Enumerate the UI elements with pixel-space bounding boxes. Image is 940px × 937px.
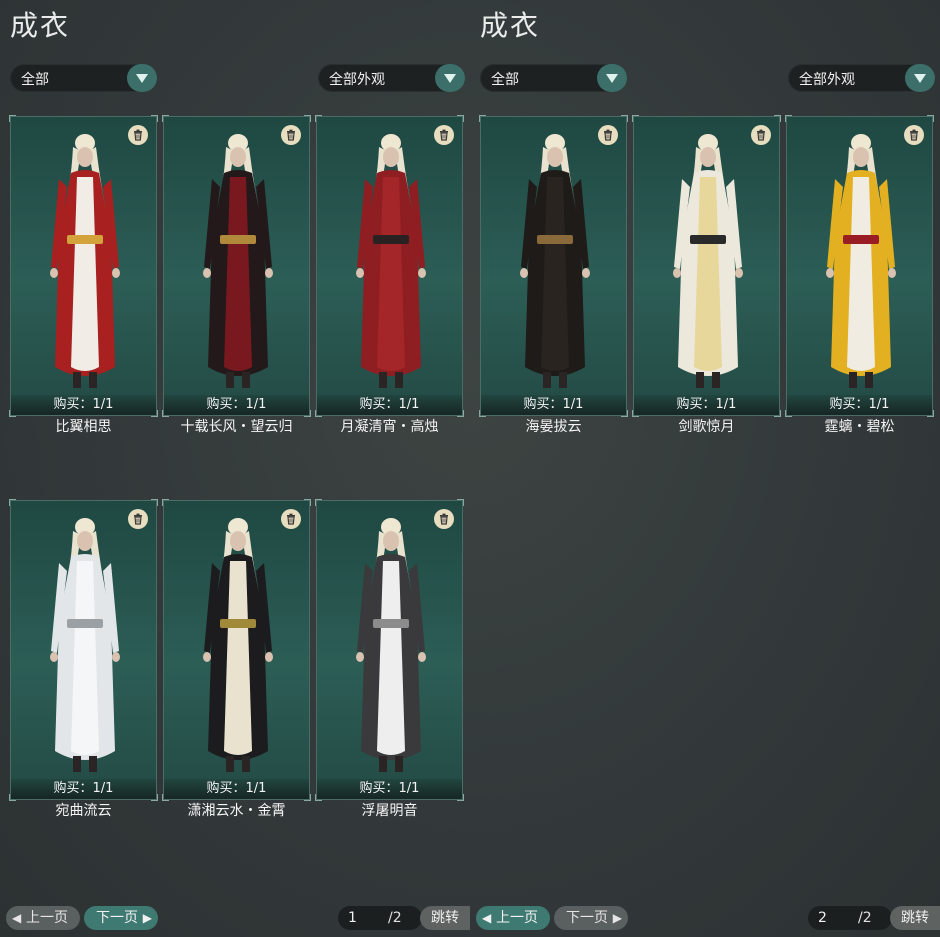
- appearance-filter-label: 全部外观: [799, 72, 855, 88]
- character-model: [356, 134, 426, 388]
- character-model: [826, 134, 896, 388]
- outfit-name: 潇湘云水・金霄: [187, 803, 286, 819]
- trash-icon[interactable]: [598, 125, 618, 145]
- page-indicator: 2 /2: [808, 906, 892, 930]
- character-model: [50, 134, 120, 388]
- character-model: [673, 134, 743, 388]
- character-model: [356, 518, 426, 772]
- category-filter-dropdown[interactable]: 全部: [480, 64, 627, 92]
- chevron-down-icon[interactable]: [597, 64, 627, 92]
- character-model: [50, 518, 120, 772]
- outfit-card[interactable]: 购买：1/1: [315, 499, 464, 801]
- outfit-name: 比翼相思: [55, 419, 112, 435]
- trash-icon[interactable]: [128, 125, 148, 145]
- next-page-button[interactable]: 下一页 ▶: [554, 906, 628, 930]
- trash-icon[interactable]: [281, 125, 301, 145]
- next-page-button[interactable]: 下一页 ▶: [84, 906, 158, 930]
- chevron-down-icon[interactable]: [435, 64, 465, 92]
- trash-icon[interactable]: [128, 509, 148, 529]
- category-filter-dropdown[interactable]: 全部: [10, 64, 157, 92]
- prev-page-label: 上一页: [496, 910, 538, 926]
- prev-page-button[interactable]: ◀ 上一页: [6, 906, 80, 930]
- jump-button[interactable]: 跳转: [420, 906, 470, 930]
- outfit-card[interactable]: 购买：1/1: [632, 115, 781, 417]
- character-model: [203, 134, 273, 388]
- purchase-count: 购买：1/1: [634, 395, 779, 415]
- appearance-filter-dropdown[interactable]: 全部外观: [318, 64, 465, 92]
- trash-icon[interactable]: [751, 125, 771, 145]
- panel-title: 成衣: [480, 9, 541, 42]
- appearance-filter-dropdown[interactable]: 全部外观: [788, 64, 935, 92]
- outfit-panel-left: 成衣 全部 全部外观 购买：1/1 比翼相思 购买：1/1 十载长风・望云归 购…: [0, 0, 470, 937]
- next-page-label: 下一页: [566, 910, 608, 926]
- purchase-count: 购买：1/1: [164, 395, 309, 415]
- trash-icon[interactable]: [281, 509, 301, 529]
- page-total: /2: [858, 910, 872, 926]
- panel-title: 成衣: [10, 9, 71, 42]
- purchase-count: 购买：1/1: [317, 779, 462, 799]
- chevron-down-icon[interactable]: [127, 64, 157, 92]
- outfit-name: 月凝清宵・高烛: [340, 419, 439, 435]
- prev-page-label: 上一页: [26, 910, 68, 926]
- purchase-count: 购买：1/1: [11, 395, 156, 415]
- character-model: [520, 134, 590, 388]
- outfit-name: 海晏拔云: [525, 419, 582, 435]
- outfit-card[interactable]: 购买：1/1: [9, 499, 158, 801]
- trash-icon[interactable]: [434, 509, 454, 529]
- outfit-name: 剑歌惊月: [678, 419, 735, 435]
- chevron-left-icon: ◀: [12, 911, 22, 925]
- outfit-name: 浮屠明音: [361, 803, 418, 819]
- outfit-panel-right: 成衣 全部 全部外观 购买：1/1 海晏拔云 购买：1/1 剑歌惊月 购买：1/…: [470, 0, 940, 937]
- outfit-name: 宛曲流云: [55, 803, 112, 819]
- chevron-left-icon: ◀: [482, 911, 492, 925]
- character-model: [203, 518, 273, 772]
- outfit-card[interactable]: 购买：1/1: [315, 115, 464, 417]
- trash-icon[interactable]: [434, 125, 454, 145]
- outfit-card[interactable]: 购买：1/1: [9, 115, 158, 417]
- next-page-label: 下一页: [96, 910, 138, 926]
- jump-button[interactable]: 跳转: [890, 906, 940, 930]
- appearance-filter-label: 全部外观: [329, 72, 385, 88]
- purchase-count: 购买：1/1: [164, 779, 309, 799]
- page-indicator: 1 /2: [338, 906, 422, 930]
- page-number-input[interactable]: 1: [348, 906, 357, 930]
- chevron-right-icon: ▶: [142, 911, 152, 925]
- purchase-count: 购买：1/1: [11, 779, 156, 799]
- category-filter-label: 全部: [491, 72, 519, 88]
- purchase-count: 购买：1/1: [481, 395, 626, 415]
- chevron-down-icon[interactable]: [905, 64, 935, 92]
- chevron-right-icon: ▶: [612, 911, 622, 925]
- outfit-card[interactable]: 购买：1/1: [785, 115, 934, 417]
- outfit-name: 霆螭・碧松: [824, 419, 895, 435]
- trash-icon[interactable]: [904, 125, 924, 145]
- outfit-name: 十载长风・望云归: [180, 419, 293, 435]
- purchase-count: 购买：1/1: [787, 395, 932, 415]
- purchase-count: 购买：1/1: [317, 395, 462, 415]
- outfit-card[interactable]: 购买：1/1: [479, 115, 628, 417]
- category-filter-label: 全部: [21, 72, 49, 88]
- outfit-card[interactable]: 购买：1/1: [162, 499, 311, 801]
- outfit-card[interactable]: 购买：1/1: [162, 115, 311, 417]
- prev-page-button[interactable]: ◀ 上一页: [476, 906, 550, 930]
- page-total: /2: [388, 910, 402, 926]
- page-number-input[interactable]: 2: [818, 906, 827, 930]
